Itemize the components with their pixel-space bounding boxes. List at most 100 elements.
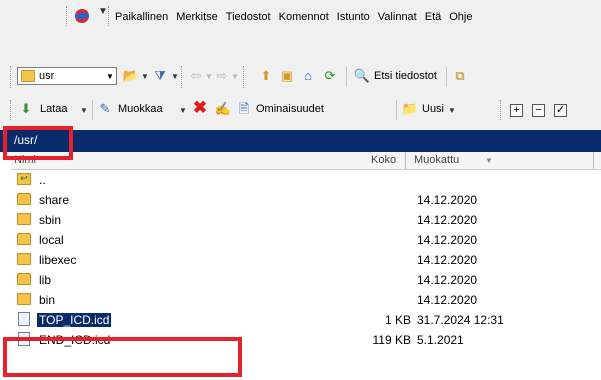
menu-item-local[interactable]: Paikallinen	[114, 11, 169, 23]
home-icon[interactable]: ⌂	[300, 68, 316, 84]
menu-item-mark[interactable]: Merkitse	[175, 11, 219, 23]
chevron-down-icon[interactable]: ▼	[98, 6, 108, 17]
list-item[interactable]: bin 14.12.2020	[11, 290, 601, 310]
folder-icon	[17, 253, 31, 265]
menu-item-help[interactable]: Ohje	[448, 11, 473, 23]
toolbar-grip[interactable]	[108, 6, 112, 26]
drive-label: usr	[39, 70, 55, 82]
rename-icon[interactable]: ✍	[215, 101, 231, 117]
drive-selector[interactable]: usr ▼	[17, 67, 117, 85]
download-button[interactable]: Lataa	[40, 103, 68, 115]
toolbar-separator	[446, 67, 447, 87]
check-icon[interactable]: ✓	[554, 104, 567, 117]
folder-icon	[17, 233, 31, 245]
toolbar-separator	[396, 100, 397, 120]
column-modified[interactable]: Muokattu	[414, 154, 459, 166]
list-item[interactable]: local 14.12.2020	[11, 230, 601, 250]
chevron-down-icon[interactable]: ▼	[205, 72, 213, 81]
toolbar-grip[interactable]	[10, 66, 14, 88]
back-icon[interactable]: ⇦	[188, 68, 204, 84]
chevron-down-icon[interactable]: ▼	[141, 72, 149, 81]
file-name: TOP_ICD.icd	[37, 313, 112, 327]
menu-bar: ▼ Paikallinen Merkitse Tiedostot Komenno…	[0, 0, 601, 50]
folder-icon	[17, 273, 31, 285]
column-divider[interactable]	[593, 152, 594, 169]
filter-icon[interactable]: ⧩	[152, 68, 168, 84]
toolbar-grip[interactable]	[500, 100, 504, 120]
navigation-toolbar: usr ▼ 📂 ▼ ⧩ ▼ ⇦ ▼ ⇨ ▼ ⬆ ▣ ⌂ ⟳ 🔍 Etsi tie…	[0, 62, 601, 92]
collapse-icon[interactable]: −	[532, 104, 545, 117]
toolbar-separator	[92, 100, 93, 120]
file-date: 14.12.2020	[417, 253, 478, 267]
file-name: ..	[39, 173, 46, 187]
list-item[interactable]: libexec 14.12.2020	[11, 250, 601, 270]
highlight-box-path	[3, 126, 73, 160]
toolbar-grip[interactable]	[10, 100, 14, 120]
sort-arrow-icon: ▼	[485, 156, 493, 165]
file-date: 14.12.2020	[417, 273, 478, 287]
file-toolbar: ⬇ Lataa ▼ ✎ Muokkaa ▼ ✖ ✍ 🗎 Ominaisuudet…	[0, 96, 601, 124]
file-icon	[18, 312, 30, 326]
menu-item-files[interactable]: Tiedostot	[225, 11, 272, 23]
file-date: 5.1.2021	[417, 333, 464, 347]
chevron-down-icon[interactable]: ▼	[179, 106, 187, 115]
file-size: 1 KB	[384, 313, 411, 327]
folder-icon	[17, 213, 31, 225]
properties-button[interactable]: Ominaisuudet	[256, 103, 324, 115]
menu-item-commands[interactable]: Komennot	[278, 11, 330, 23]
delete-icon[interactable]: ✖	[192, 99, 208, 116]
menu-item-remote[interactable]: Etä	[424, 11, 443, 23]
open-folder-icon[interactable]: 📂	[123, 68, 139, 84]
search-icon[interactable]: 🔍	[354, 68, 370, 84]
list-item[interactable]: lib 14.12.2020	[11, 270, 601, 290]
column-divider[interactable]	[405, 152, 406, 169]
file-name: lib	[39, 273, 52, 287]
column-header: Nimi Koko Muokattu ▼	[11, 152, 601, 170]
list-item[interactable]: sbin 14.12.2020	[11, 210, 601, 230]
file-date: 31.7.2024 12:31	[417, 313, 504, 327]
highlight-box-file	[3, 337, 242, 377]
file-date: 14.12.2020	[417, 293, 478, 307]
edit-icon[interactable]: ✎	[97, 101, 113, 117]
chevron-down-icon[interactable]: ▼	[104, 68, 116, 84]
list-item[interactable]: share 14.12.2020	[11, 190, 601, 210]
toolbar-grip[interactable]	[181, 66, 185, 88]
refresh-icon[interactable]: ⟳	[322, 68, 338, 84]
new-icon[interactable]: 📁	[402, 101, 418, 117]
new-button[interactable]: Uusi	[422, 103, 444, 115]
find-files-button[interactable]: Etsi tiedostot	[374, 70, 437, 82]
file-name: sbin	[39, 213, 62, 227]
tree-icon[interactable]: ⧉	[452, 68, 468, 84]
app-logo-icon[interactable]	[74, 8, 90, 24]
toolbar-grip[interactable]	[66, 6, 70, 26]
edit-button[interactable]: Muokkaa	[118, 103, 163, 115]
root-directory-icon[interactable]: ▣	[279, 68, 295, 84]
folder-icon	[21, 70, 35, 82]
download-icon[interactable]: ⬇	[18, 101, 34, 117]
file-date: 14.12.2020	[417, 213, 478, 227]
file-name: share	[39, 193, 70, 207]
list-item-updir[interactable]: ↩ ..	[11, 170, 601, 190]
chevron-down-icon[interactable]: ▼	[80, 106, 88, 115]
chevron-down-icon[interactable]: ▼	[448, 106, 456, 115]
chevron-down-icon[interactable]: ▼	[171, 72, 179, 81]
toolbar-separator	[346, 67, 347, 87]
file-name: libexec	[39, 253, 77, 267]
expand-icon[interactable]: +	[510, 104, 523, 117]
file-date: 14.12.2020	[417, 193, 478, 207]
folder-icon	[17, 293, 31, 305]
forward-icon[interactable]: ⇨	[214, 68, 230, 84]
toolbar-grip[interactable]	[243, 66, 247, 88]
menu-item-options[interactable]: Valinnat	[377, 11, 418, 23]
path-bar[interactable]: /usr/	[0, 130, 601, 152]
folder-icon	[17, 193, 31, 205]
list-item-selected[interactable]: TOP_ICD.icd 1 KB 31.7.2024 12:31	[11, 310, 601, 330]
file-name: bin	[39, 293, 56, 307]
column-size[interactable]: Koko	[371, 154, 396, 166]
properties-icon[interactable]: 🗎	[236, 101, 252, 117]
parent-directory-icon: ↩	[17, 173, 31, 185]
menu-item-session[interactable]: Istunto	[336, 11, 371, 23]
chevron-down-icon[interactable]: ▼	[231, 72, 239, 81]
parent-directory-icon[interactable]: ⬆	[258, 68, 274, 84]
file-size: 119 KB	[372, 333, 411, 347]
